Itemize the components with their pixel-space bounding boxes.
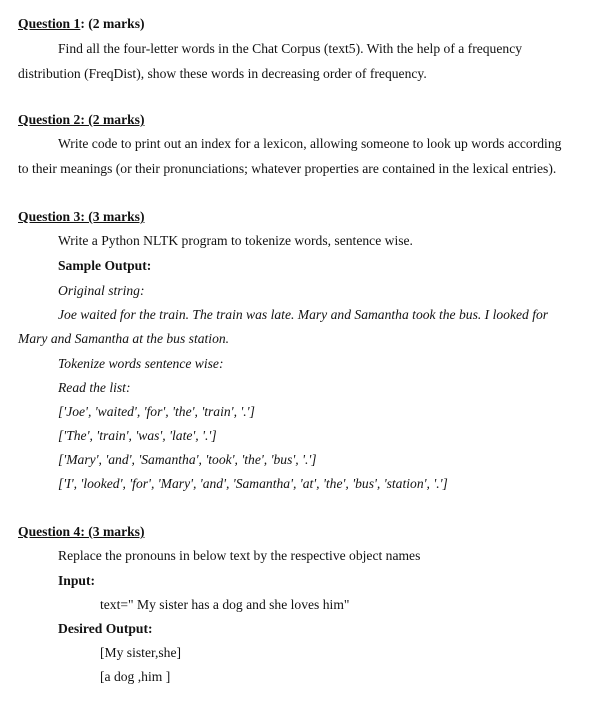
desired-output-item: [a dog ,him ] <box>100 669 171 684</box>
question-1-marks: (2 marks) <box>84 16 145 31</box>
original-string-line-2: Mary and Samantha at the bus station. <box>18 331 230 346</box>
question-1-heading: Question 1: (2 marks) <box>18 16 145 32</box>
question-2-heading: Question 2: (2 marks) <box>18 112 145 128</box>
question-4-task: Replace the pronouns in below text by th… <box>58 548 421 563</box>
question-1-text-line-2: distribution (FreqDist), show these word… <box>18 66 427 81</box>
desired-output-item: [My sister,she] <box>100 645 182 660</box>
read-list-label: Read the list: <box>58 380 131 395</box>
token-list-item: ['Joe', 'waited', 'for', 'the', 'train',… <box>58 404 255 419</box>
token-list-item: ['Mary', 'and', 'Samantha', 'took', 'the… <box>58 452 317 467</box>
question-2-label: Question 2: (2 marks) <box>18 112 145 127</box>
question-1-text-line-1: Find all the four-letter words in the Ch… <box>58 41 523 56</box>
input-text: text=" My sister has a dog and she loves… <box>100 597 350 612</box>
token-list-item: ['I', 'looked', 'for', 'Mary', 'and', 'S… <box>58 476 448 491</box>
question-3-label: Question 3: (3 marks) <box>18 209 145 224</box>
question-1-label: Question 1 <box>18 16 81 31</box>
question-4-label: Question 4: (3 marks) <box>18 524 145 539</box>
tokenize-label: Tokenize words sentence wise: <box>58 356 224 371</box>
sample-output-label: Sample Output: <box>58 258 152 273</box>
question-3-task: Write a Python NLTK program to tokenize … <box>58 233 413 248</box>
token-list-item: ['The', 'train', 'was', 'late', '.'] <box>58 428 217 443</box>
question-2-text-line-2: to their meanings (or their pronunciatio… <box>18 161 557 176</box>
question-4-heading: Question 4: (3 marks) <box>18 524 145 540</box>
input-label: Input: <box>58 573 96 588</box>
original-string-label: Original string: <box>58 283 145 298</box>
question-3-heading: Question 3: (3 marks) <box>18 209 145 225</box>
desired-output-label: Desired Output: <box>58 621 153 636</box>
original-string-line-1: Joe waited for the train. The train was … <box>58 307 549 322</box>
question-2-text-line-1: Write code to print out an index for a l… <box>58 136 562 151</box>
